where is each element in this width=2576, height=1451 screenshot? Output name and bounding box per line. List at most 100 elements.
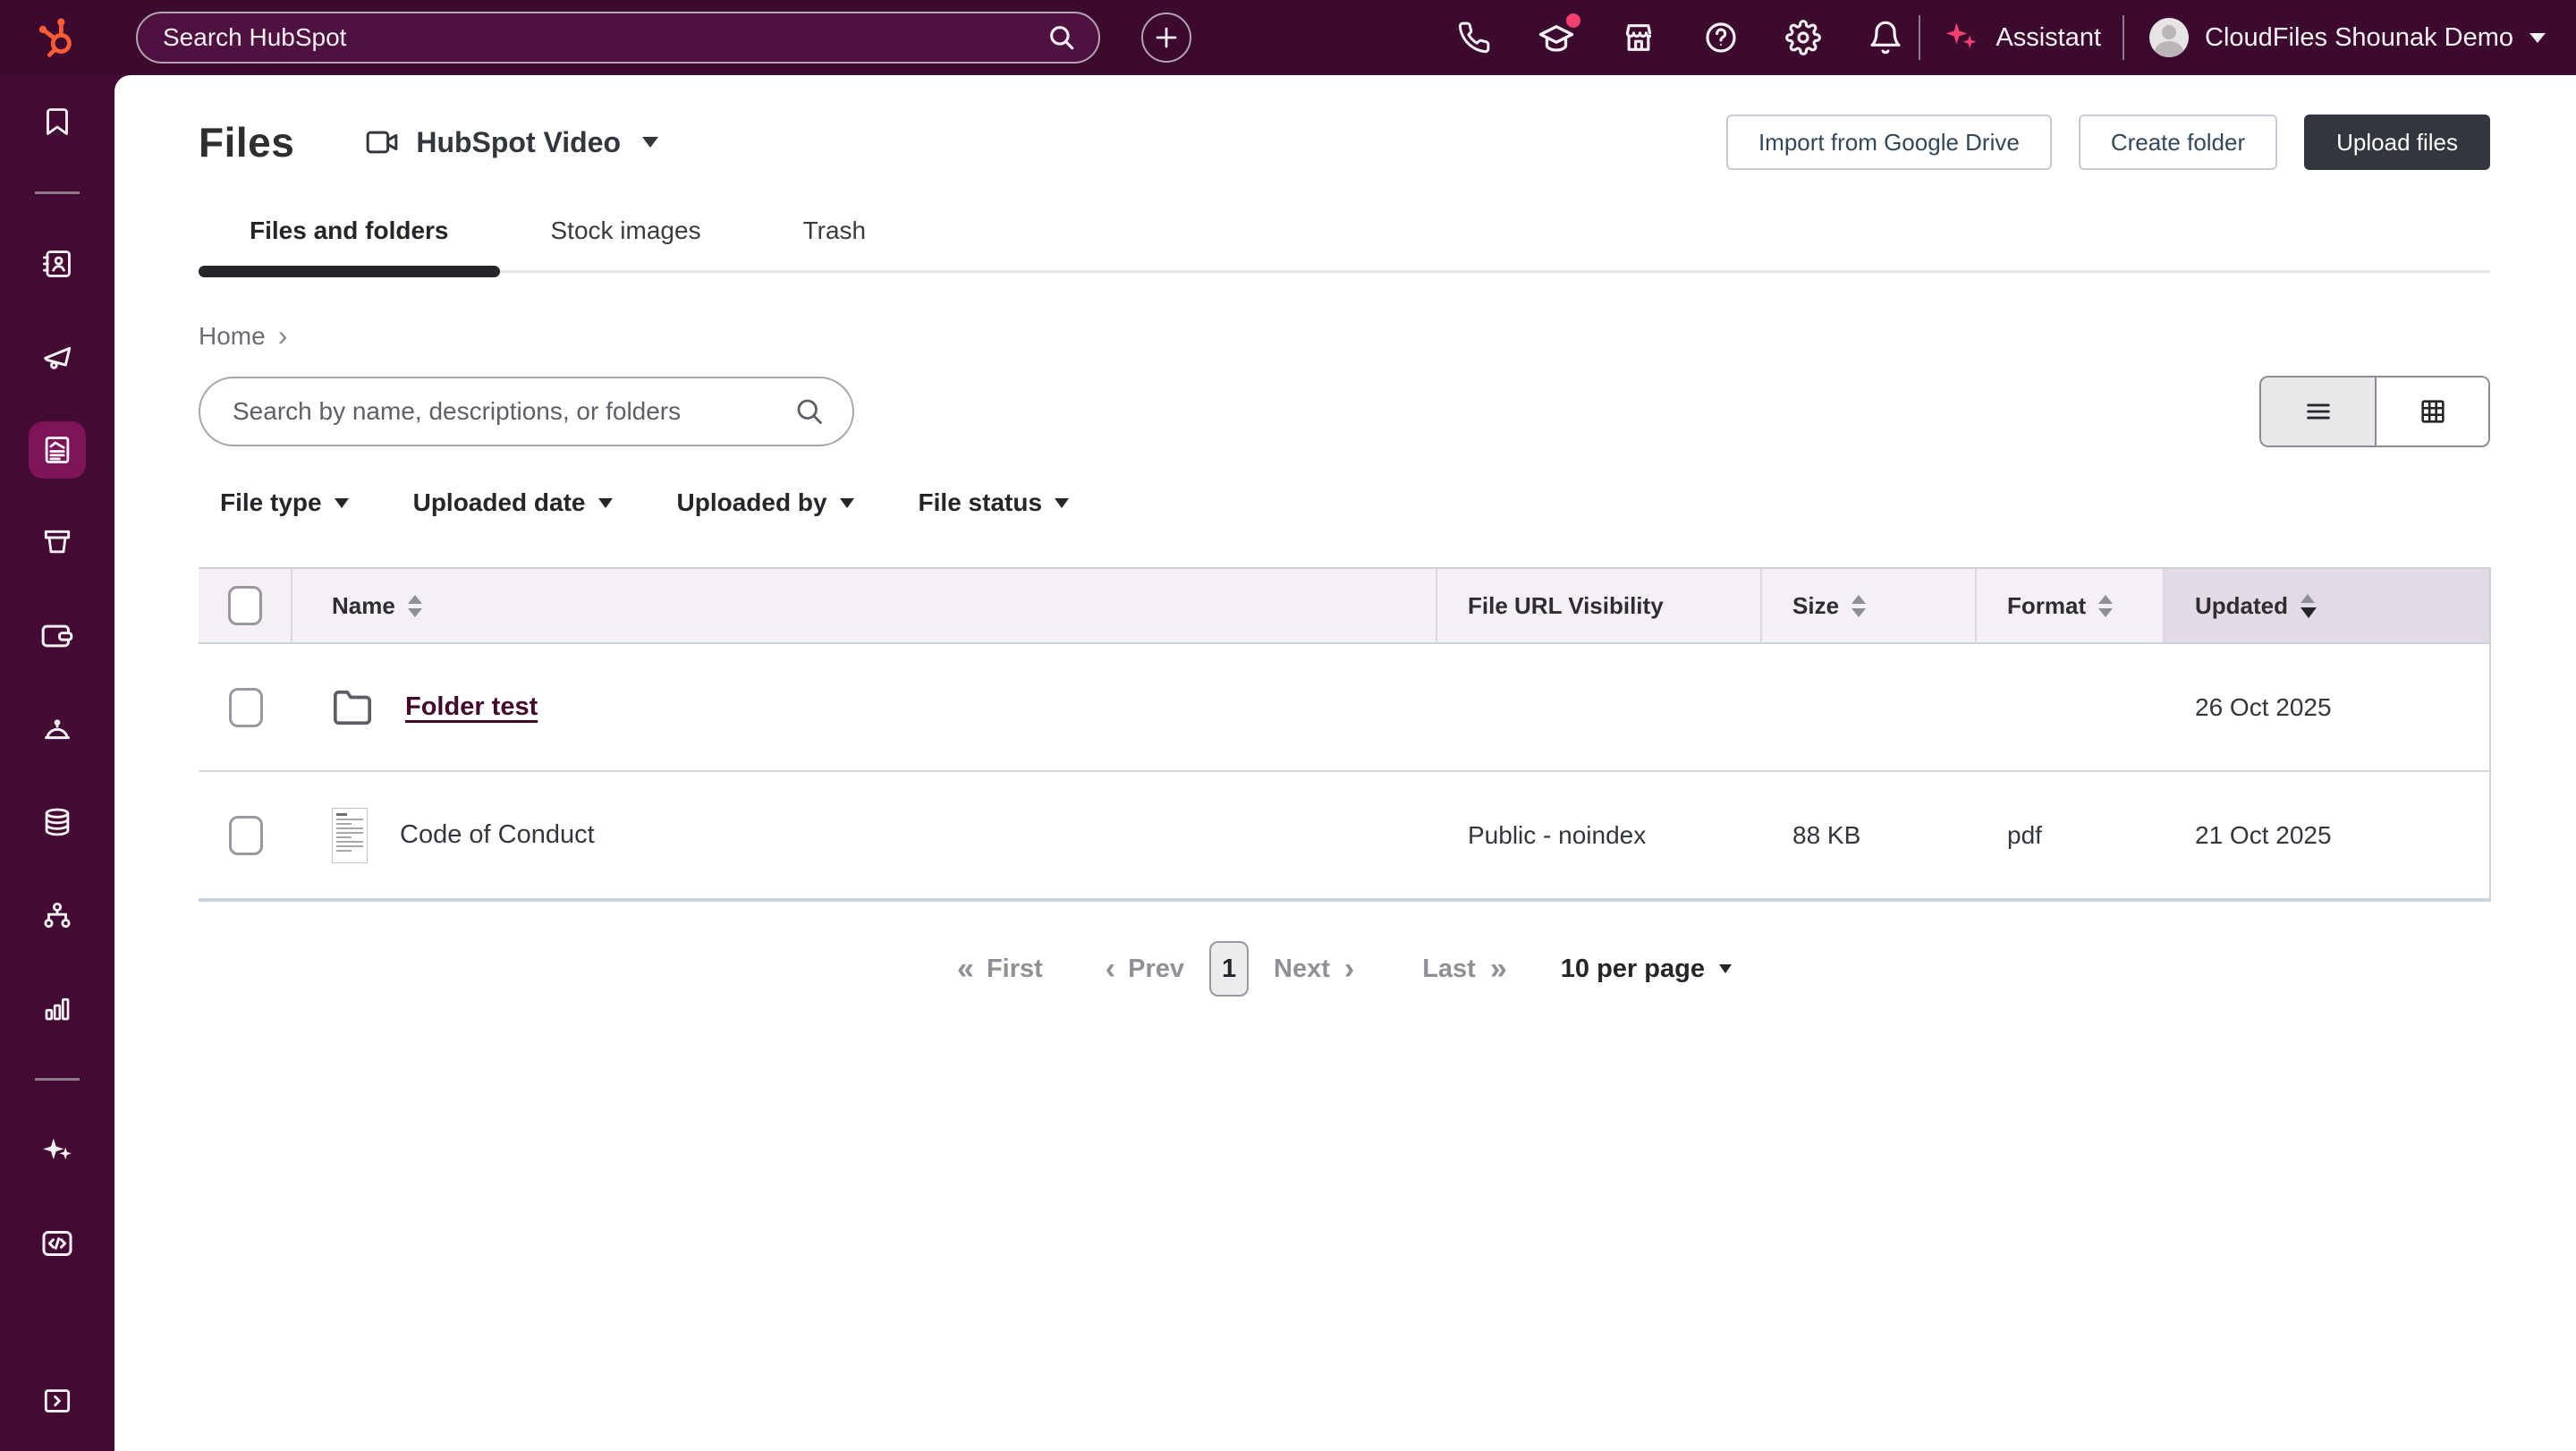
chevron-down-icon [1055, 498, 1069, 508]
sidebar-expand-button[interactable] [29, 1372, 86, 1430]
column-header-name[interactable]: Name [292, 569, 1437, 642]
tab-files-and-folders[interactable]: Files and folders [199, 216, 500, 270]
column-header-updated[interactable]: Updated [2165, 569, 2489, 642]
upload-files-button[interactable]: Upload files [2304, 115, 2490, 170]
marketing-megaphone-icon [39, 339, 75, 375]
bookmark-icon [41, 106, 73, 138]
assistant-button[interactable]: Assistant [1933, 18, 2110, 57]
sidebar-item-development[interactable] [29, 1215, 86, 1272]
row-checkbox-cell [199, 644, 292, 770]
sidebar-item-reporting[interactable] [29, 980, 86, 1037]
sidebar-item-content[interactable] [29, 421, 86, 479]
filter-file-status[interactable]: File status [919, 488, 1069, 517]
search-icon [1046, 22, 1077, 53]
global-search [136, 12, 1100, 64]
pagination: « First ‹ Prev 1 Next › Last » 10 per pa… [199, 941, 2490, 997]
list-view-button[interactable] [2261, 378, 2375, 445]
next-page-button[interactable]: Next › [1274, 952, 1352, 987]
topbar-icon-group [1453, 17, 1906, 58]
tab-trash[interactable]: Trash [752, 216, 918, 270]
double-chevron-left-icon: « [957, 952, 972, 987]
file-name[interactable]: Code of Conduct [400, 820, 595, 850]
table-row: Code of Conduct Public - noindex 88 KB p… [199, 772, 2489, 900]
last-page-button[interactable]: Last » [1422, 952, 1505, 987]
create-new-button[interactable] [1141, 13, 1191, 63]
per-page-selector[interactable]: 10 per page [1561, 955, 1732, 984]
avatar [2149, 18, 2189, 57]
chevron-down-icon [2529, 33, 2546, 43]
chevron-right-icon: › [278, 319, 288, 352]
breadcrumb: Home › [199, 319, 2490, 352]
filter-uploaded-by[interactable]: Uploaded by [677, 488, 854, 517]
visibility-cell [1437, 644, 1762, 770]
global-search-input[interactable] [138, 13, 1046, 62]
library-selector-label: HubSpot Video [416, 126, 621, 159]
import-google-drive-button[interactable]: Import from Google Drive [1726, 115, 2052, 170]
chevron-down-icon [840, 498, 854, 508]
sort-icon [1852, 595, 1866, 617]
current-page-indicator[interactable]: 1 [1209, 941, 1249, 997]
main-content: Files HubSpot Video Import from Google D… [114, 75, 2576, 1451]
page-title: Files [199, 118, 294, 166]
help-icon[interactable] [1700, 17, 1741, 58]
chevron-down-icon [1719, 964, 1732, 973]
sidebar-item-marketing[interactable] [29, 328, 86, 386]
grid-view-icon [2418, 396, 2448, 427]
sort-icon [2098, 595, 2113, 617]
row-checkbox[interactable] [229, 816, 263, 855]
sidebar-item-crm[interactable] [29, 235, 86, 293]
sidebar-item-sales[interactable] [29, 514, 86, 572]
table-header-row: Name File URL Visibility Size Format Upd… [199, 569, 2489, 644]
row-checkbox[interactable] [229, 688, 263, 727]
sidebar-item-automations[interactable] [29, 887, 86, 944]
column-header-format[interactable]: Format [1977, 569, 2165, 642]
content-icon [40, 433, 74, 467]
filter-uploaded-date[interactable]: Uploaded date [413, 488, 613, 517]
sidebar-item-commerce[interactable] [29, 607, 86, 665]
crm-contacts-icon [40, 247, 74, 281]
sidebar-item-data[interactable] [29, 793, 86, 851]
assistant-label: Assistant [1996, 23, 2101, 53]
topbar-divider-2 [2123, 15, 2124, 60]
first-page-button[interactable]: « First [957, 952, 1043, 987]
account-menu[interactable]: CloudFiles Shounak Demo [2137, 18, 2546, 57]
sidebar-divider [35, 191, 80, 194]
list-view-icon [2303, 396, 2334, 427]
updated-cell: 21 Oct 2025 [2165, 772, 2489, 898]
prev-page-button[interactable]: ‹ Prev [1106, 952, 1184, 987]
chevron-down-icon [598, 498, 613, 508]
file-toolbar [199, 376, 2490, 447]
notification-dot [1563, 10, 1584, 31]
view-toggle [2259, 376, 2490, 447]
file-search-input[interactable] [200, 397, 793, 426]
topbar-divider [1919, 15, 1920, 60]
create-folder-button[interactable]: Create folder [2079, 115, 2277, 170]
data-database-icon [40, 805, 74, 839]
format-cell: pdf [1977, 772, 2165, 898]
hubspot-logo-icon[interactable] [30, 11, 84, 64]
marketplace-icon[interactable] [1618, 17, 1659, 58]
chevron-left-icon: ‹ [1106, 952, 1114, 987]
account-name: CloudFiles Shounak Demo [2205, 23, 2513, 53]
files-table: Name File URL Visibility Size Format Upd… [199, 567, 2491, 902]
library-selector[interactable]: HubSpot Video [364, 124, 658, 160]
sidebar-item-breeze-ai[interactable] [29, 1122, 86, 1179]
column-header-size[interactable]: Size [1762, 569, 1977, 642]
tab-stock-images[interactable]: Stock images [500, 216, 752, 270]
grid-view-button[interactable] [2375, 378, 2488, 445]
sort-icon [408, 595, 422, 617]
notifications-icon[interactable] [1865, 17, 1906, 58]
breeze-sparkle-icon [39, 1133, 75, 1168]
select-all-checkbox[interactable] [228, 586, 262, 625]
sidebar-item-bookmarks[interactable] [29, 93, 86, 150]
breadcrumb-home[interactable]: Home [199, 322, 266, 351]
filter-file-type[interactable]: File type [220, 488, 349, 517]
academy-icon[interactable] [1536, 17, 1577, 58]
folder-name-link[interactable]: Folder test [405, 692, 538, 722]
format-cell [1977, 644, 2165, 770]
folder-icon [332, 687, 373, 728]
row-checkbox-cell [199, 772, 292, 898]
sidebar-item-service[interactable] [29, 700, 86, 758]
settings-icon[interactable] [1783, 17, 1824, 58]
phone-icon[interactable] [1453, 17, 1495, 58]
